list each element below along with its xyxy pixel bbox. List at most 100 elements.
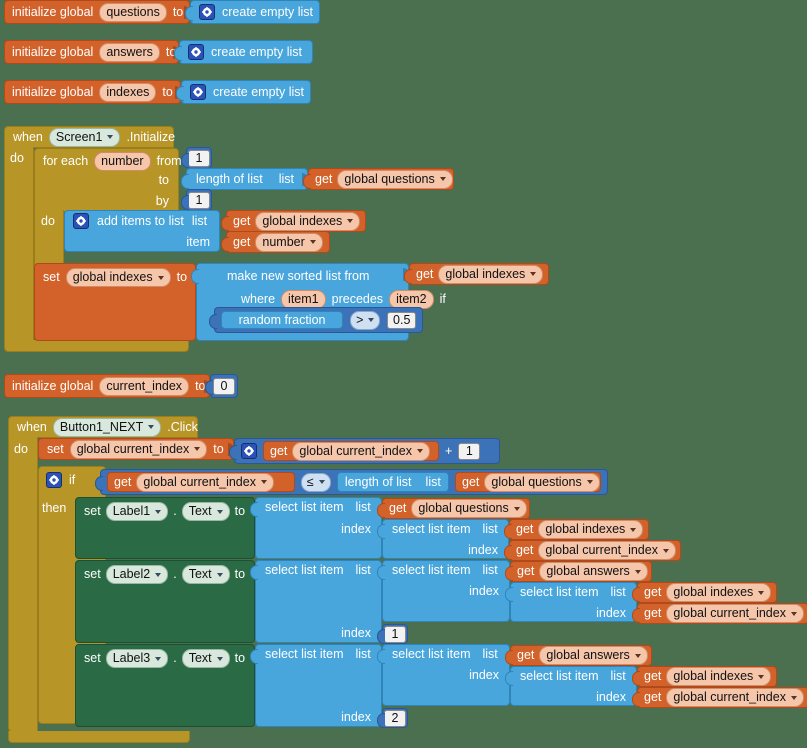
comparison-operator-dropdown[interactable]: ≤ bbox=[300, 472, 331, 492]
block-get-global-current-index-add[interactable]: get global current_index bbox=[263, 441, 439, 461]
block-get-global-questions-label1[interactable]: get global questions bbox=[377, 498, 530, 519]
block-select-list-item-label2-mid[interactable]: select list item list index bbox=[377, 560, 510, 622]
block-get-global-indexes-label2[interactable]: get global indexes bbox=[632, 582, 777, 603]
block-number-by-1[interactable]: 1 bbox=[181, 189, 212, 211]
component-dropdown[interactable]: Label1 bbox=[105, 502, 169, 521]
block-comparison-random-fraction[interactable]: random fraction > 0.5 bbox=[209, 307, 423, 333]
block-initialize-global-answers[interactable]: initialize global answers to bbox=[4, 40, 179, 64]
variable-dropdown[interactable]: global current_index bbox=[538, 541, 676, 560]
block-get-global-answers-label2[interactable]: get global answers bbox=[505, 561, 652, 582]
number-field[interactable]: 1 bbox=[188, 149, 210, 167]
gear-icon[interactable] bbox=[188, 44, 204, 60]
number-field[interactable]: 0.5 bbox=[387, 311, 416, 329]
comparison-operator-dropdown[interactable]: > bbox=[350, 310, 381, 330]
block-initialize-global-questions[interactable]: initialize global questions to bbox=[4, 0, 190, 24]
variable-dropdown[interactable]: global indexes bbox=[65, 268, 171, 287]
block-get-global-current-index-label3[interactable]: get global current_index bbox=[632, 687, 807, 708]
block-set-global-current-index[interactable]: set global current_index to bbox=[38, 438, 234, 460]
block-number-from-1[interactable]: 1 bbox=[181, 147, 212, 169]
variable-dropdown[interactable]: global questions bbox=[337, 169, 453, 189]
global-name-field[interactable]: current_index bbox=[99, 376, 190, 396]
block-length-of-list-to[interactable]: length of list list bbox=[181, 168, 308, 190]
block-select-list-item-label3-inner[interactable]: select list item list index bbox=[505, 666, 637, 706]
variable-dropdown[interactable]: global current_index bbox=[136, 472, 274, 492]
block-get-global-indexes-label1[interactable]: get global indexes bbox=[504, 519, 649, 540]
global-name-field[interactable]: questions bbox=[99, 2, 167, 22]
block-select-list-item-label3-mid[interactable]: select list item list index bbox=[377, 644, 510, 706]
global-name-field[interactable]: indexes bbox=[99, 82, 157, 102]
block-select-list-item-label3-outer[interactable]: select list item list index bbox=[250, 644, 382, 727]
variable-dropdown[interactable]: global indexes bbox=[666, 583, 772, 602]
property-dropdown[interactable]: Text bbox=[181, 565, 230, 584]
block-set-global-indexes[interactable]: set global indexes to bbox=[34, 263, 196, 341]
block-length-of-list-cond[interactable]: length of list list bbox=[336, 472, 449, 492]
gear-icon[interactable] bbox=[46, 472, 62, 488]
variable-dropdown[interactable]: global current_index bbox=[69, 439, 208, 459]
property-dropdown[interactable]: Text bbox=[181, 502, 230, 521]
number-field[interactable]: 1 bbox=[458, 442, 481, 460]
block-select-list-item-label2-inner[interactable]: select list item list index bbox=[505, 582, 637, 622]
block-random-fraction[interactable]: random fraction bbox=[221, 311, 344, 329]
global-name-field[interactable]: answers bbox=[99, 42, 160, 62]
block-set-label2-text[interactable]: set Label2 . Text to bbox=[75, 560, 255, 643]
variable-dropdown[interactable]: global indexes bbox=[666, 667, 772, 686]
block-get-global-current-index-cond[interactable]: get global current_index bbox=[107, 472, 295, 492]
block-set-label1-text[interactable]: set Label1 . Text to bbox=[75, 497, 255, 559]
component-dropdown[interactable]: Button1_NEXT bbox=[52, 417, 162, 437]
component-dropdown[interactable]: Label3 bbox=[105, 649, 169, 668]
block-initialize-global-indexes[interactable]: initialize global indexes to bbox=[4, 80, 181, 104]
component-dropdown[interactable]: Screen1 bbox=[48, 127, 121, 147]
block-get-global-current-index-label2[interactable]: get global current_index bbox=[632, 603, 807, 624]
block-create-empty-list-answers[interactable]: create empty list bbox=[174, 40, 313, 64]
block-set-label3-text[interactable]: set Label3 . Text to bbox=[75, 644, 255, 727]
variable-dropdown[interactable]: global indexes bbox=[538, 520, 644, 539]
gear-icon[interactable] bbox=[190, 84, 206, 100]
then-label: then bbox=[42, 501, 67, 515]
block-get-number-item[interactable]: get number bbox=[221, 231, 330, 253]
gear-icon[interactable] bbox=[241, 443, 257, 459]
variable-dropdown[interactable]: global current_index bbox=[666, 688, 804, 707]
block-addition[interactable]: get global current_index + 1 bbox=[229, 438, 500, 464]
blocks-canvas[interactable]: initialize global questions to create em… bbox=[0, 0, 807, 748]
block-initialize-global-current-index[interactable]: initialize global current_index to bbox=[4, 374, 210, 398]
block-get-global-current-index-label1[interactable]: get global current_index bbox=[504, 540, 681, 561]
block-number-current-index-0[interactable]: 0 bbox=[205, 374, 238, 398]
block-select-list-item-label1-outer[interactable]: select list item list index bbox=[250, 497, 382, 559]
block-get-global-indexes-add[interactable]: get global indexes bbox=[221, 210, 366, 232]
chevron-down-icon bbox=[630, 527, 637, 532]
block-get-global-indexes-label3[interactable]: get global indexes bbox=[632, 666, 777, 687]
block-create-empty-list-questions[interactable]: create empty list bbox=[185, 0, 320, 24]
variable-dropdown[interactable]: global current_index bbox=[292, 441, 430, 461]
variable-dropdown[interactable]: global questions bbox=[411, 499, 527, 518]
block-when-button1-next-click[interactable]: when Button1_NEXT .Click bbox=[8, 416, 198, 438]
number-field[interactable]: 1 bbox=[384, 625, 406, 643]
variable-dropdown[interactable]: global questions bbox=[484, 472, 600, 492]
number-field[interactable]: 2 bbox=[384, 709, 406, 727]
block-add-items-to-list[interactable]: add items to list list item bbox=[64, 210, 220, 252]
block-select-list-item-label2-outer[interactable]: select list item list index bbox=[250, 560, 382, 643]
gear-icon[interactable] bbox=[73, 213, 89, 229]
block-when-screen1-initialize[interactable]: when Screen1 .Initialize bbox=[4, 126, 175, 148]
component-dropdown[interactable]: Label2 bbox=[105, 565, 169, 584]
property-dropdown[interactable]: Text bbox=[181, 649, 230, 668]
number-field[interactable]: 0 bbox=[213, 377, 235, 395]
loop-var-field[interactable]: number bbox=[94, 152, 151, 171]
block-number-label2-index[interactable]: 1 bbox=[377, 624, 408, 644]
variable-dropdown[interactable]: global answers bbox=[539, 646, 648, 665]
variable-dropdown[interactable]: global current_index bbox=[666, 604, 804, 623]
block-get-global-questions-1[interactable]: get global questions bbox=[303, 168, 454, 190]
block-for-each-number[interactable]: for each number from to by bbox=[34, 148, 182, 212]
variable-dropdown[interactable]: global indexes bbox=[255, 211, 361, 231]
variable-dropdown[interactable]: global indexes bbox=[438, 264, 544, 284]
gear-icon[interactable] bbox=[199, 4, 215, 20]
block-if-condition[interactable]: get global current_index ≤ length of lis… bbox=[95, 469, 608, 495]
block-get-global-answers-label3[interactable]: get global answers bbox=[505, 645, 652, 666]
block-create-empty-list-indexes[interactable]: create empty list bbox=[176, 80, 311, 104]
variable-dropdown[interactable]: number bbox=[255, 232, 323, 252]
block-get-global-questions-cond[interactable]: get global questions bbox=[455, 472, 601, 492]
block-get-global-indexes-sort[interactable]: get global indexes bbox=[404, 263, 549, 285]
number-field[interactable]: 1 bbox=[188, 191, 210, 209]
block-select-list-item-label1-inner[interactable]: select list item list index bbox=[377, 519, 509, 559]
variable-dropdown[interactable]: global answers bbox=[539, 562, 648, 581]
block-number-label3-index[interactable]: 2 bbox=[377, 708, 408, 728]
